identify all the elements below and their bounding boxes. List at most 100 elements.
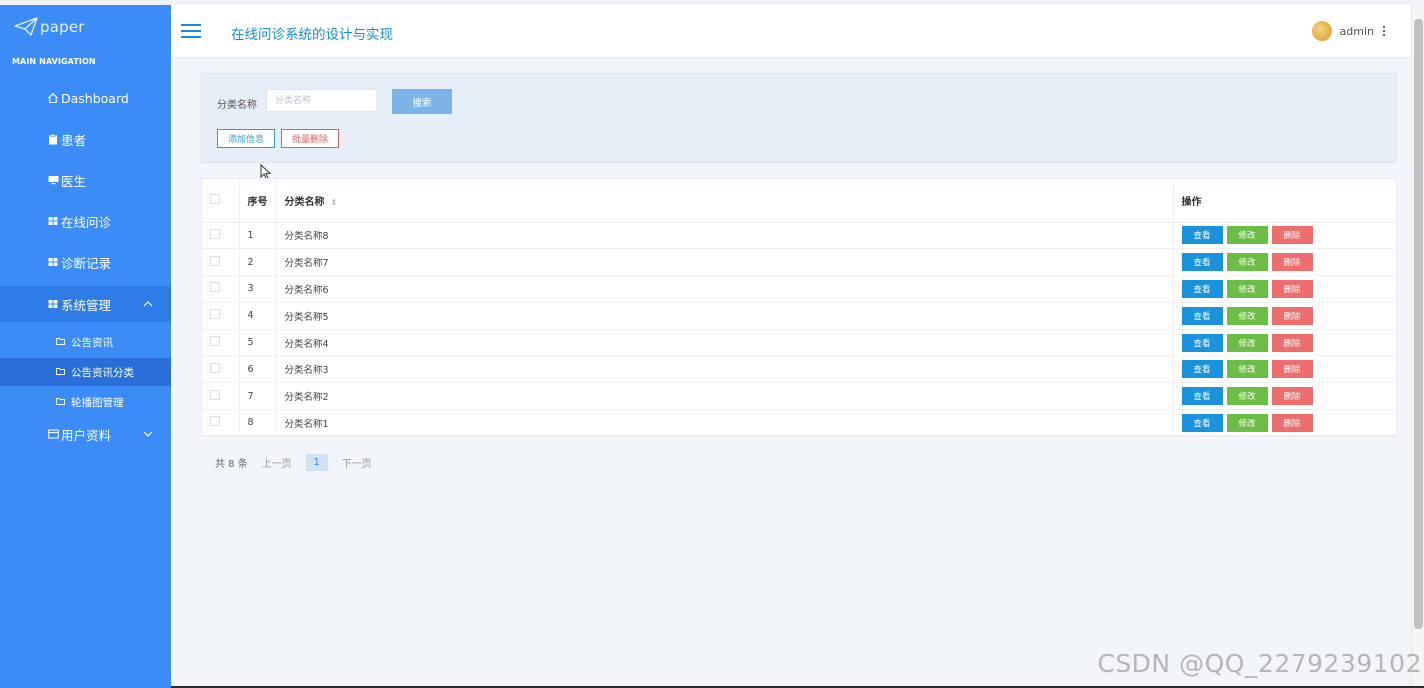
grid-icon bbox=[47, 298, 59, 310]
view-button[interactable]: 查看 bbox=[1181, 413, 1223, 432]
edit-button[interactable]: 修改 bbox=[1226, 226, 1268, 245]
sidebar-item-dashboard[interactable]: Dashboard bbox=[0, 80, 171, 116]
row-checkbox[interactable] bbox=[210, 389, 220, 400]
sidebar-item-patients[interactable]: 患者 bbox=[0, 121, 171, 157]
search-label: 分类名称 bbox=[217, 100, 257, 111]
top-header: 在线问诊系统的设计与实现 admin bbox=[171, 5, 1424, 58]
edit-button[interactable]: 修改 bbox=[1226, 360, 1268, 379]
row-checkbox-cell bbox=[202, 302, 240, 330]
sort-icon[interactable]: ⇕ bbox=[331, 198, 338, 207]
row-checkbox[interactable] bbox=[210, 255, 220, 266]
row-operations: 查看 修改 删除 bbox=[1173, 355, 1396, 384]
row-checkbox[interactable] bbox=[210, 336, 220, 347]
delete-button[interactable]: 删除 bbox=[1271, 253, 1313, 272]
card-icon bbox=[47, 428, 59, 440]
sidebar-item-label: Dashboard bbox=[61, 90, 129, 106]
avatar bbox=[1311, 21, 1332, 41]
delete-button[interactable]: 删除 bbox=[1271, 360, 1313, 379]
view-button[interactable]: 查看 bbox=[1181, 279, 1223, 298]
edit-button[interactable]: 修改 bbox=[1226, 253, 1268, 272]
sidebar-item-online-consult[interactable]: 在线问诊 bbox=[0, 203, 171, 239]
pagination: 共 8 条 上一页 1 下一页 bbox=[215, 454, 372, 471]
sidebar-item-user-profile[interactable]: 用户资料 bbox=[0, 416, 171, 452]
row-checkbox[interactable] bbox=[210, 228, 220, 239]
category-name-input[interactable] bbox=[266, 89, 377, 112]
sidebar: paper MAIN NAVIGATION Dashboard 患者 医生 在线… bbox=[0, 5, 197, 688]
sidebar-item-doctors[interactable]: 医生 bbox=[0, 162, 171, 198]
row-checkbox-cell bbox=[202, 409, 240, 437]
view-button[interactable]: 查看 bbox=[1181, 360, 1223, 379]
page-scrollbar[interactable] bbox=[1411, 5, 1424, 688]
row-no: 4 bbox=[239, 302, 277, 330]
row-checkbox[interactable] bbox=[210, 416, 220, 427]
row-category-name: 分类名称3 bbox=[276, 355, 1174, 384]
delete-button[interactable]: 删除 bbox=[1271, 279, 1313, 298]
folder-icon bbox=[56, 337, 65, 348]
sidebar-subitem-announcement-categories[interactable]: 公告资讯分类 bbox=[0, 358, 188, 386]
row-no: 5 bbox=[239, 329, 277, 357]
sidebar-item-label: 诊断记录 bbox=[61, 255, 112, 271]
watermark: CSDN @QQ_2279239102 bbox=[1097, 649, 1422, 678]
row-checkbox-cell bbox=[202, 382, 240, 411]
header-operations: 操作 bbox=[1173, 179, 1396, 223]
sidebar-item-system-management[interactable]: 系统管理 bbox=[0, 286, 197, 322]
sidebar-subitem-label: 公告资讯分类 bbox=[71, 366, 134, 379]
edit-button[interactable]: 修改 bbox=[1226, 413, 1268, 432]
view-button[interactable]: 查看 bbox=[1181, 253, 1223, 272]
edit-button[interactable]: 修改 bbox=[1226, 306, 1268, 325]
sidebar-subitem-carousel[interactable]: 轮播图管理 bbox=[0, 388, 171, 416]
sidebar-item-label: 在线问诊 bbox=[61, 214, 112, 230]
sidebar-item-label: 医生 bbox=[61, 173, 87, 189]
more-vertical-icon[interactable] bbox=[1382, 25, 1386, 37]
sidebar-subitem-label: 轮播图管理 bbox=[71, 396, 124, 409]
select-all-checkbox[interactable] bbox=[210, 193, 220, 204]
folder-icon bbox=[56, 367, 65, 378]
chevron-down-icon bbox=[143, 429, 153, 440]
delete-button[interactable]: 删除 bbox=[1271, 306, 1313, 325]
row-category-name: 分类名称1 bbox=[276, 409, 1174, 437]
folder-icon bbox=[56, 397, 65, 408]
data-table: 序号 分类名称 ⇕ 操作 1 分类名称8 查看 修改 删除 2 分类名称7 查看 修改 删除 3 分类名… bbox=[201, 178, 1397, 437]
batch-delete-button[interactable]: 批量删除 bbox=[281, 129, 339, 148]
sidebar-subitem-announcements[interactable]: 公告资讯 bbox=[0, 328, 171, 356]
row-no: 2 bbox=[239, 248, 277, 277]
row-category-name: 分类名称5 bbox=[276, 302, 1174, 330]
home-icon bbox=[47, 92, 59, 104]
prev-page-button[interactable]: 上一页 bbox=[262, 455, 292, 470]
table-row: 2 分类名称7 查看 修改 删除 bbox=[202, 248, 1396, 277]
user-menu[interactable]: admin bbox=[1311, 21, 1386, 41]
header-category-name[interactable]: 分类名称 ⇕ bbox=[276, 179, 1174, 223]
grid-icon bbox=[47, 256, 59, 268]
search-panel: 分类名称 搜索 添加信息 批量删除 bbox=[201, 73, 1397, 180]
brand-name: paper bbox=[40, 18, 85, 36]
delete-button[interactable]: 删除 bbox=[1271, 413, 1313, 432]
search-button[interactable]: 搜索 bbox=[392, 89, 452, 114]
next-page-button[interactable]: 下一页 bbox=[342, 455, 372, 470]
sidebar-item-label: 用户资料 bbox=[61, 427, 112, 443]
delete-button[interactable]: 删除 bbox=[1271, 387, 1313, 406]
row-category-name: 分类名称6 bbox=[276, 275, 1174, 303]
view-button[interactable]: 查看 bbox=[1181, 226, 1223, 245]
edit-button[interactable]: 修改 bbox=[1226, 387, 1268, 406]
add-info-button[interactable]: 添加信息 bbox=[217, 129, 275, 148]
edit-button[interactable]: 修改 bbox=[1226, 279, 1268, 298]
delete-button[interactable]: 删除 bbox=[1271, 226, 1313, 245]
row-checkbox[interactable] bbox=[210, 362, 220, 373]
sidebar-item-diagnosis-records[interactable]: 诊断记录 bbox=[0, 244, 171, 280]
current-page[interactable]: 1 bbox=[305, 454, 328, 471]
row-checkbox[interactable] bbox=[210, 282, 220, 293]
brand[interactable]: paper bbox=[14, 17, 85, 37]
view-button[interactable]: 查看 bbox=[1181, 387, 1223, 406]
table-row: 6 分类名称3 查看 修改 删除 bbox=[202, 355, 1396, 384]
view-button[interactable]: 查看 bbox=[1181, 333, 1223, 352]
row-operations: 查看 修改 删除 bbox=[1173, 248, 1396, 277]
view-button[interactable]: 查看 bbox=[1181, 306, 1223, 325]
row-checkbox[interactable] bbox=[210, 309, 220, 320]
menu-toggle-icon[interactable] bbox=[181, 24, 201, 38]
row-category-name: 分类名称4 bbox=[276, 329, 1174, 357]
row-checkbox-cell bbox=[202, 222, 240, 250]
delete-button[interactable]: 删除 bbox=[1271, 333, 1313, 352]
row-checkbox-cell bbox=[202, 329, 240, 357]
scrollbar-thumb[interactable] bbox=[1414, 19, 1423, 629]
edit-button[interactable]: 修改 bbox=[1226, 333, 1268, 352]
